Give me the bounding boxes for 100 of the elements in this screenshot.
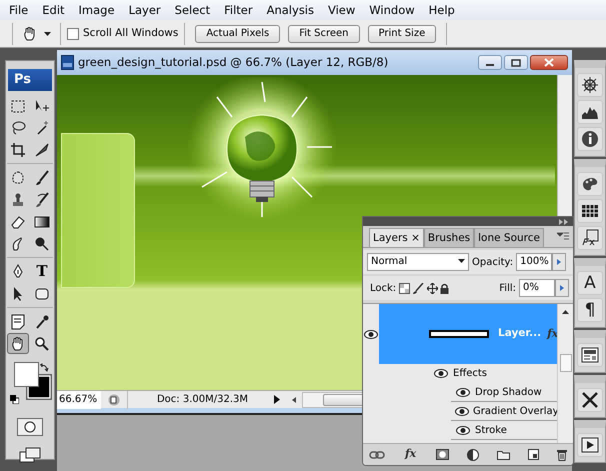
effects-indicator: fx	[547, 326, 558, 342]
visibility-toggle[interactable]	[455, 386, 471, 398]
effect-name[interactable]: Stroke	[475, 422, 507, 438]
arrow-cross-icon	[34, 98, 50, 114]
delete-layer-button[interactable]	[556, 448, 567, 460]
rounded-square-icon	[34, 286, 50, 302]
panel-button[interactable]	[577, 343, 603, 367]
panel-button[interactable]: A	[577, 271, 603, 295]
play-arrow-icon	[274, 395, 280, 404]
blend-mode-dropdown[interactable]: Normal	[367, 253, 469, 271]
panel-icon	[581, 346, 599, 364]
vertical-scrollbar[interactable]	[557, 304, 573, 443]
visibility-toggle[interactable]	[363, 328, 379, 340]
menu-item[interactable]: Layer	[122, 0, 168, 20]
lock-label: Lock:	[370, 282, 396, 296]
eye-icon	[456, 426, 470, 434]
panel-button[interactable]	[577, 100, 603, 124]
zoom-preset-button[interactable]: Actual Pixels	[195, 24, 280, 42]
file-icon	[61, 55, 74, 70]
effect-name[interactable]: Gradient Overlay	[473, 404, 559, 418]
note-icon	[10, 314, 26, 330]
right-arrow-icon	[557, 259, 562, 265]
magnifier-icon	[34, 336, 50, 352]
panel-tab[interactable]: Brushes	[424, 228, 474, 247]
eye-icon	[455, 406, 469, 416]
layer-row[interactable]: Layer... fx	[379, 304, 558, 364]
layer-thumbnail	[429, 330, 489, 338]
checker-icon	[399, 282, 410, 294]
zoom-preset-button[interactable]: Print Size	[368, 24, 436, 42]
panel-button[interactable]: ¶	[577, 298, 603, 322]
close-button[interactable]	[530, 55, 568, 70]
panel-button[interactable]	[577, 433, 603, 457]
layer-style-button[interactable]: fx	[402, 446, 418, 463]
panel-button[interactable]	[577, 127, 603, 151]
left-arrow-icon	[292, 396, 296, 402]
fill-field[interactable]: 0%	[519, 279, 555, 297]
gradient-icon	[34, 214, 50, 230]
adjustment-layer-button[interactable]	[467, 448, 480, 460]
zoom-field[interactable]: 66.67%	[57, 390, 101, 408]
circle-icon	[24, 421, 36, 433]
menu-item[interactable]: Edit	[35, 0, 72, 20]
opacity-field[interactable]: 100%	[516, 253, 552, 271]
menu-item[interactable]: Analysis	[260, 0, 321, 20]
blob-icon	[10, 170, 26, 186]
lasso-icon	[10, 120, 26, 136]
stamp-icon	[10, 192, 26, 208]
opacity-arrow-button[interactable]	[552, 253, 566, 271]
panel-button[interactable]	[577, 73, 603, 97]
minimize-button[interactable]	[478, 55, 502, 70]
collapse-arrows-icon	[559, 218, 569, 224]
mask-icon	[436, 449, 450, 460]
chain-link-icon	[369, 450, 385, 458]
tools-cross-icon	[581, 391, 599, 409]
brush-icon	[34, 170, 50, 186]
panel-tab[interactable]: Layers ×	[369, 228, 424, 247]
effects-group-label[interactable]: Effects	[453, 366, 487, 381]
panel-tab[interactable]: lone Source	[474, 228, 544, 247]
eyedropper-icon	[34, 314, 50, 330]
visibility-toggle[interactable]	[455, 424, 471, 436]
new-layer-button[interactable]	[528, 449, 539, 460]
palette-icon	[581, 175, 599, 193]
fill-arrow-button[interactable]	[555, 279, 569, 297]
stacked-windows-icon	[19, 446, 41, 462]
scrollbar-thumb[interactable]	[560, 354, 572, 372]
tool-button[interactable]	[7, 333, 29, 354]
menu-item[interactable]: Filter	[217, 0, 260, 20]
info-icon	[581, 130, 599, 148]
visibility-toggle[interactable]	[433, 368, 449, 380]
fx-frame-icon	[581, 229, 599, 247]
menu-item[interactable]: Window	[362, 0, 422, 20]
panel-button[interactable]	[577, 172, 603, 196]
up-arrow-icon	[562, 310, 569, 314]
checkbox[interactable]	[67, 28, 79, 40]
tool-button[interactable]: T	[31, 261, 53, 282]
maximize-button[interactable]	[504, 55, 528, 70]
panel-button[interactable]	[577, 199, 603, 223]
visibility-toggle[interactable]	[455, 405, 469, 417]
quick-mask-button[interactable]	[17, 418, 43, 436]
panel-button[interactable]	[577, 226, 603, 250]
play-icon	[581, 436, 599, 454]
folder-icon	[497, 450, 510, 460]
new-group-button[interactable]	[497, 450, 510, 460]
menu-item[interactable]: Help	[422, 0, 462, 20]
trash-can-icon	[556, 448, 567, 460]
move-cross-icon	[426, 282, 438, 294]
zoom-preset-button[interactable]: Fit Screen	[288, 24, 360, 42]
effect-name[interactable]: Drop Shadow	[475, 384, 542, 400]
layer-mask-button[interactable]	[436, 449, 450, 460]
eye-icon	[364, 330, 378, 338]
menu-item[interactable]: View	[321, 0, 362, 20]
fill-label: Fill:	[499, 282, 516, 296]
close-icon	[544, 58, 554, 67]
menu-item[interactable]: Select	[168, 0, 218, 20]
layer-name: Layer...	[498, 326, 542, 342]
panel-button[interactable]	[577, 388, 603, 412]
menu-item[interactable]: File	[2, 0, 36, 20]
link-layers-button[interactable]	[369, 450, 385, 458]
crop-icon	[10, 142, 26, 158]
app-logo: Ps	[8, 69, 52, 91]
menu-item[interactable]: Image	[72, 0, 122, 20]
